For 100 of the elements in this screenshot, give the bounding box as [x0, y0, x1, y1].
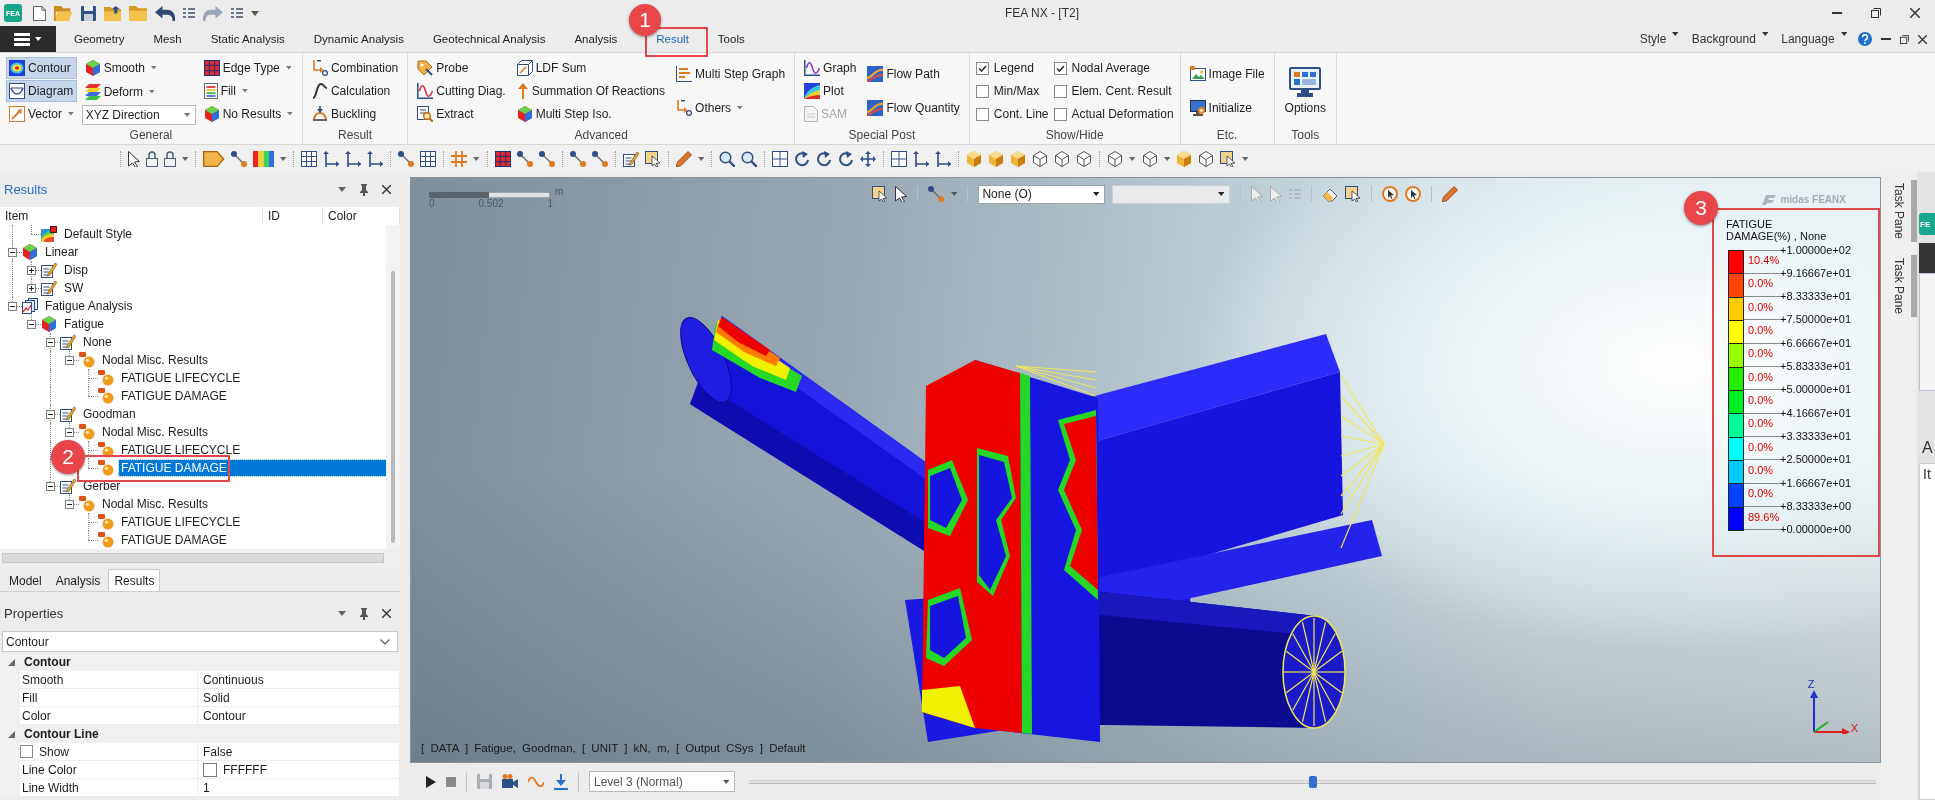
- tree-item[interactable]: Disp: [62, 262, 90, 278]
- outline-cube-icon[interactable]: [1141, 150, 1158, 167]
- ribbon-dropdown-button[interactable]: No Results: [200, 103, 296, 125]
- tag-icon[interactable]: [203, 150, 225, 167]
- shaded-cube-icon[interactable]: [966, 150, 983, 167]
- header-menu[interactable]: Background: [1689, 32, 1771, 46]
- new-file-icon[interactable]: [33, 5, 47, 21]
- ribbon-button[interactable]: Initialize: [1186, 97, 1268, 119]
- ribbon-dropdown-button[interactable]: Fill: [200, 80, 296, 102]
- caret-icon[interactable]: [338, 611, 346, 616]
- grid-square-icon[interactable]: [494, 150, 511, 167]
- box-cursor-icon[interactable]: [1345, 186, 1362, 202]
- pin-icon[interactable]: [360, 183, 368, 196]
- ribbon-button[interactable]: Calculation: [308, 80, 402, 102]
- checkbox[interactable]: [20, 745, 33, 758]
- ribbon-dropdown-button[interactable]: Smooth: [81, 57, 196, 79]
- stripes-icon[interactable]: [252, 150, 275, 167]
- zoom-icon[interactable]: [719, 150, 736, 167]
- caret-icon[interactable]: [473, 156, 480, 161]
- caret-icon[interactable]: [951, 192, 958, 196]
- axes-icon[interactable]: [913, 150, 930, 167]
- nodes-icon[interactable]: [538, 150, 555, 167]
- tree-item[interactable]: Fatigue Analysis: [43, 298, 135, 314]
- menu-tab[interactable]: Tools: [716, 31, 746, 47]
- nodes-icon[interactable]: [928, 186, 944, 202]
- stop-icon[interactable]: [446, 776, 456, 787]
- ribbon-button[interactable]: Plot: [801, 80, 860, 102]
- pencil-icon[interactable]: [675, 150, 692, 167]
- box-cursor-icon[interactable]: [644, 150, 661, 167]
- tree-item[interactable]: Goodman: [81, 406, 138, 422]
- axes-icon[interactable]: [345, 150, 362, 167]
- shaded-cube-icon[interactable]: [1010, 150, 1027, 167]
- axes-icon[interactable]: [367, 150, 384, 167]
- ribbon-dropdown-button[interactable]: Deform: [81, 80, 196, 103]
- rotate-icon[interactable]: [816, 150, 833, 167]
- axes-icon[interactable]: [323, 150, 340, 167]
- box-cursor-icon[interactable]: [1220, 150, 1236, 167]
- close-icon[interactable]: [382, 185, 391, 194]
- outline-cube-icon[interactable]: [1076, 150, 1093, 167]
- restore-icon[interactable]: [1871, 8, 1881, 18]
- checkbox[interactable]: [975, 107, 989, 121]
- expanded-triangle-icon[interactable]: [8, 730, 15, 738]
- header-menu[interactable]: Style: [1637, 32, 1681, 46]
- object-select[interactable]: Contour: [2, 631, 398, 652]
- nodes-icon[interactable]: [398, 150, 415, 167]
- application-menu-button[interactable]: [0, 26, 56, 52]
- menu-tab[interactable]: Analysis: [573, 31, 619, 47]
- checkbox[interactable]: [1053, 61, 1067, 75]
- edit-document-icon[interactable]: [622, 150, 639, 167]
- menu-tab[interactable]: Mesh: [152, 31, 183, 47]
- restore-icon[interactable]: [1900, 34, 1909, 44]
- ribbon-button[interactable]: Probe: [414, 57, 509, 79]
- tree-item[interactable]: FATIGUE LIFECYCLE: [119, 442, 243, 458]
- caret-icon[interactable]: [1242, 156, 1249, 161]
- outline-cube-icon[interactable]: [1054, 150, 1071, 167]
- outline-cube-icon[interactable]: [1032, 150, 1049, 167]
- panel-tab[interactable]: Analysis: [49, 569, 107, 591]
- collapse-toggle-icon[interactable]: [27, 319, 36, 329]
- list-icon[interactable]: [231, 8, 244, 18]
- ribbon-button[interactable]: Cutting Diag.: [414, 80, 509, 102]
- save-icon[interactable]: [80, 5, 96, 21]
- shaded-cube-icon[interactable]: [988, 150, 1005, 167]
- grid-icon[interactable]: [301, 150, 318, 167]
- checkbox[interactable]: [1053, 84, 1067, 98]
- ribbon-button[interactable]: Graph: [801, 57, 860, 79]
- zoom-icon[interactable]: [741, 150, 758, 167]
- folder-arrow-icon[interactable]: [103, 5, 121, 21]
- hash-grid-icon[interactable]: [451, 150, 468, 167]
- ribbon-button[interactable]: Image File: [1186, 63, 1268, 85]
- ribbon-button[interactable]: Combination: [308, 57, 402, 79]
- eraser-icon[interactable]: [1322, 186, 1339, 202]
- caret-icon[interactable]: [182, 156, 189, 161]
- menu-tab[interactable]: Geotechnical Analysis: [431, 31, 547, 47]
- outline-cube-icon[interactable]: [1107, 150, 1124, 167]
- pencil-icon[interactable]: [1442, 186, 1459, 202]
- close-icon[interactable]: [1918, 34, 1927, 44]
- caret-icon[interactable]: [697, 156, 705, 161]
- play-icon[interactable]: [426, 775, 436, 788]
- panel-tab[interactable]: Results: [108, 569, 161, 591]
- scrollbar-thumb[interactable]: [391, 271, 395, 543]
- ribbon-dropdown-button[interactable]: Edge Type: [200, 57, 296, 79]
- ribbon-dropdown-button[interactable]: Vector: [6, 103, 77, 125]
- tree-item[interactable]: Nodal Misc. Results: [100, 496, 211, 512]
- tree-item[interactable]: FATIGUE DAMAGE: [119, 460, 386, 476]
- box-cursor-icon[interactable]: [872, 186, 888, 202]
- cursor-icon[interactable]: [128, 150, 140, 167]
- slider-thumb[interactable]: [1308, 775, 1317, 788]
- collapse-toggle-icon[interactable]: [65, 427, 74, 437]
- ribbon-button[interactable]: LDF Sum: [513, 57, 669, 79]
- color-swatch-icon[interactable]: [203, 762, 217, 777]
- tree-item[interactable]: FATIGUE DAMAGE: [119, 388, 229, 404]
- caret-icon[interactable]: [280, 156, 287, 161]
- caret-icon[interactable]: [1129, 156, 1136, 161]
- options-button[interactable]: Options: [1280, 58, 1330, 124]
- tree-item[interactable]: None: [81, 334, 114, 350]
- ribbon-toggle-button[interactable]: Diagram: [6, 80, 77, 102]
- checkbox[interactable]: [975, 61, 989, 75]
- axes-icon[interactable]: [935, 150, 952, 167]
- circle-cursor-icon[interactable]: [1382, 186, 1399, 202]
- shaded-cube-icon[interactable]: [1176, 150, 1192, 167]
